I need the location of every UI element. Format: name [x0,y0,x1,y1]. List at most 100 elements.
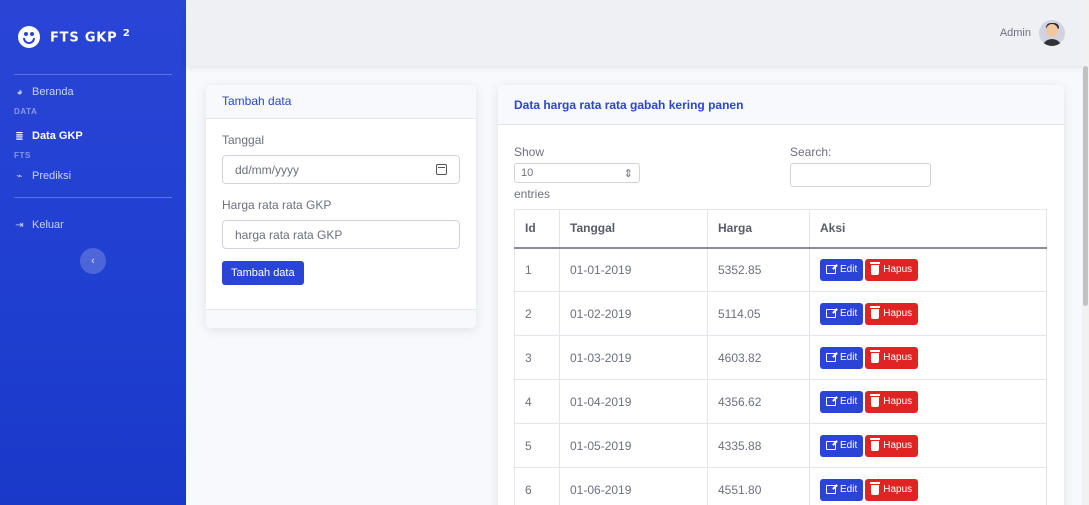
price-placeholder: harga rata rata GKP [235,227,343,242]
scrollbar-thumb[interactable] [1083,66,1088,306]
edit-label: Edit [840,440,858,451]
sidebar-item-prediksi[interactable]: ⌁ Prediksi [0,165,186,187]
sidebar-item-label: Keluar [32,219,64,231]
delete-label: Hapus [883,396,913,407]
show-label: Show [514,145,545,159]
select-arrows-icon: ⇕ [623,167,633,180]
delete-label: Hapus [883,440,913,451]
entries-label: entries [514,187,551,201]
cell-aksi: Edit Hapus [809,335,1047,380]
edit-icon [826,265,836,275]
cell-aksi: Edit Hapus [809,467,1047,505]
cell-id: 3 [514,335,560,380]
add-data-button[interactable]: Tambah data [222,261,304,285]
sidebar: FTS GKP 2 ◕ Beranda DATA ≣ Data GKP FTS … [0,0,186,505]
data-table: Id Tanggal Harga Aksi 1 01-01-2019 5352.85… [514,209,1047,505]
search-control: Search: [790,145,931,187]
card-footer [206,309,476,328]
edit-icon [826,397,836,406]
cell-tanggal: 01-05-2019 [559,423,708,468]
entries-select[interactable]: 10 ⇕ [514,163,640,183]
edit-icon [826,353,836,362]
trash-icon [870,437,881,451]
cell-tanggal: 01-01-2019 [559,247,708,292]
date-label: Tanggal [222,133,265,147]
search-label: Search: [790,145,832,159]
entries-select-value: 10 [521,167,534,179]
sidebar-item-keluar[interactable]: ⇥ Keluar [0,214,186,236]
price-input[interactable]: harga rata rata GKP [222,220,460,249]
cell-tanggal: 01-06-2019 [559,467,708,505]
laugh-wink-icon [18,26,40,48]
page-scrollbar[interactable] [1082,0,1089,505]
edit-button[interactable]: Edit [820,258,864,281]
sidebar-item-label: Prediksi [32,170,72,182]
edit-label: Edit [840,352,858,363]
cell-harga: 4335.88 [707,423,810,468]
data-table-card: Data harga rata rata gabah kering panen … [498,85,1064,505]
table-row: 5 01-05-2019 4335.88 Edit Hapus [514,423,1047,468]
delete-button[interactable]: Hapus [865,390,919,413]
delete-label: Hapus [883,484,913,495]
cell-aksi: Edit Hapus [809,247,1047,292]
edit-button[interactable]: Edit [820,434,864,457]
cell-aksi: Edit Hapus [809,423,1047,468]
cell-aksi: Edit Hapus [809,379,1047,424]
table-row: 3 01-03-2019 4603.82 Edit Hapus [514,335,1047,380]
avatar[interactable] [1039,20,1065,46]
cell-id: 1 [514,247,560,292]
cell-harga: 5352.85 [707,247,810,292]
add-data-card-title: Tambah data [206,85,476,119]
column-header-id[interactable]: Id [514,209,560,249]
table-row: 2 01-02-2019 5114.05 Edit Hapus [514,291,1047,336]
edit-button[interactable]: Edit [820,478,864,501]
calendar-icon[interactable] [436,164,447,175]
delete-button[interactable]: Hapus [865,302,919,325]
cell-id: 2 [514,291,560,336]
delete-label: Hapus [883,308,913,319]
column-header-harga[interactable]: Harga [707,209,810,249]
delete-button[interactable]: Hapus [865,258,919,281]
delete-label: Hapus [883,352,913,363]
brand[interactable]: FTS GKP 2 [0,0,186,74]
cell-harga: 4603.82 [707,335,810,380]
table-row: 4 01-04-2019 4356.62 Edit Hapus [514,379,1047,424]
edit-label: Edit [840,264,858,276]
date-placeholder: dd/mm/yyyy [235,162,300,177]
sidebar-item-beranda[interactable]: ◕ Beranda [0,81,186,103]
table-row: 1 01-01-2019 5352.85 Edit Hapus [514,247,1047,292]
cell-harga: 4356.62 [707,379,810,424]
user-name[interactable]: Admin [1000,27,1031,39]
search-input[interactable] [790,163,931,187]
edit-icon [826,309,836,318]
delete-button[interactable]: Hapus [865,346,919,369]
sidebar-heading-data: DATA [14,106,38,116]
column-header-tanggal[interactable]: Tanggal [559,209,708,249]
sidebar-item-label: Beranda [32,86,74,98]
price-label: Harga rata rata GKP [222,198,332,212]
delete-button[interactable]: Hapus [865,434,919,457]
brand-title: FTS GKP 2 [50,28,131,46]
add-data-card: Tambah data Tanggal dd/mm/yyyy Harga rat… [206,85,476,328]
tachometer-icon: ◕ [16,86,23,98]
cell-id: 5 [514,423,560,468]
trash-icon [870,481,881,495]
sidebar-toggle-button[interactable]: ‹ [80,248,106,274]
cell-tanggal: 01-02-2019 [559,291,708,336]
column-header-aksi[interactable]: Aksi [809,209,1047,249]
date-input[interactable]: dd/mm/yyyy [222,155,460,184]
sidebar-item-data-gkp[interactable]: ≣ Data GKP [0,125,186,147]
edit-button[interactable]: Edit [820,390,864,413]
edit-button[interactable]: Edit [820,346,864,369]
edit-label: Edit [840,308,858,319]
cell-tanggal: 01-04-2019 [559,379,708,424]
cell-harga: 5114.05 [707,291,810,336]
table-row: 6 01-06-2019 4551.80 Edit Hapus [514,467,1047,505]
trash-icon [870,261,881,275]
delete-button[interactable]: Hapus [865,478,919,501]
entries-length-control: Show 10 ⇕ entries [514,145,640,201]
trash-icon [870,393,881,407]
chevron-left-icon: ‹ [91,255,95,267]
data-table-card-title: Data harga rata rata gabah kering panen [498,85,1064,125]
edit-button[interactable]: Edit [820,302,864,325]
